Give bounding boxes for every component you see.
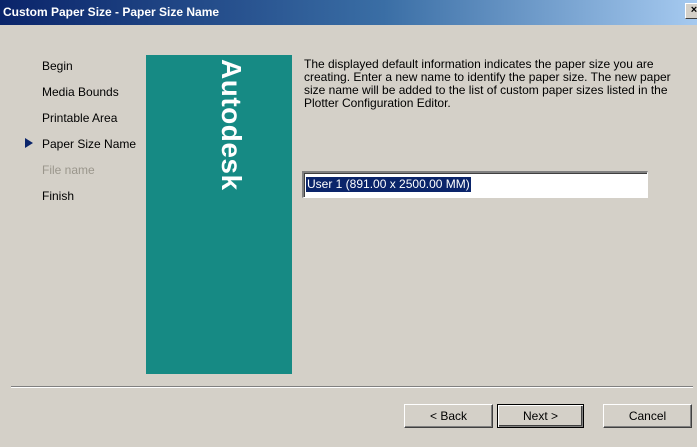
separator-line [11, 386, 693, 388]
wizard-window: Custom Paper Size - Paper Size Name × Be… [0, 0, 697, 447]
step-label: Finish [42, 189, 75, 203]
step-media-bounds: Media Bounds [24, 84, 154, 110]
back-button[interactable]: < Back [404, 404, 493, 428]
step-label: Printable Area [42, 111, 118, 125]
paper-size-name-input[interactable]: User 1 (891.00 x 2500.00 MM) [302, 171, 648, 198]
step-label: Media Bounds [42, 85, 119, 99]
step-label: Begin [42, 59, 73, 73]
step-printable-area: Printable Area [24, 110, 154, 136]
brand-text: Autodesk [216, 59, 247, 191]
cancel-button[interactable]: Cancel [603, 404, 692, 428]
instruction-text: The displayed default information indica… [304, 57, 671, 110]
title-bar[interactable]: Custom Paper Size - Paper Size Name × [0, 0, 697, 25]
close-button[interactable]: × [685, 3, 697, 19]
close-icon: × [690, 4, 697, 16]
step-label: File name [42, 163, 95, 177]
step-finish: Finish [24, 188, 154, 214]
window-title: Custom Paper Size - Paper Size Name [3, 5, 220, 19]
next-button[interactable]: Next > [497, 404, 584, 428]
paper-size-name-value[interactable]: User 1 (891.00 x 2500.00 MM) [306, 177, 471, 192]
autodesk-logo: Autodesk [146, 55, 292, 255]
wizard-steps: Begin Media Bounds Printable Area Paper … [24, 58, 154, 214]
step-file-name: File name [24, 162, 154, 188]
step-begin: Begin [24, 58, 154, 84]
step-label: Paper Size Name [42, 137, 137, 151]
current-step-icon [25, 138, 33, 148]
autodesk-banner: Autodesk [146, 55, 292, 374]
step-paper-size-name: Paper Size Name [24, 136, 154, 162]
